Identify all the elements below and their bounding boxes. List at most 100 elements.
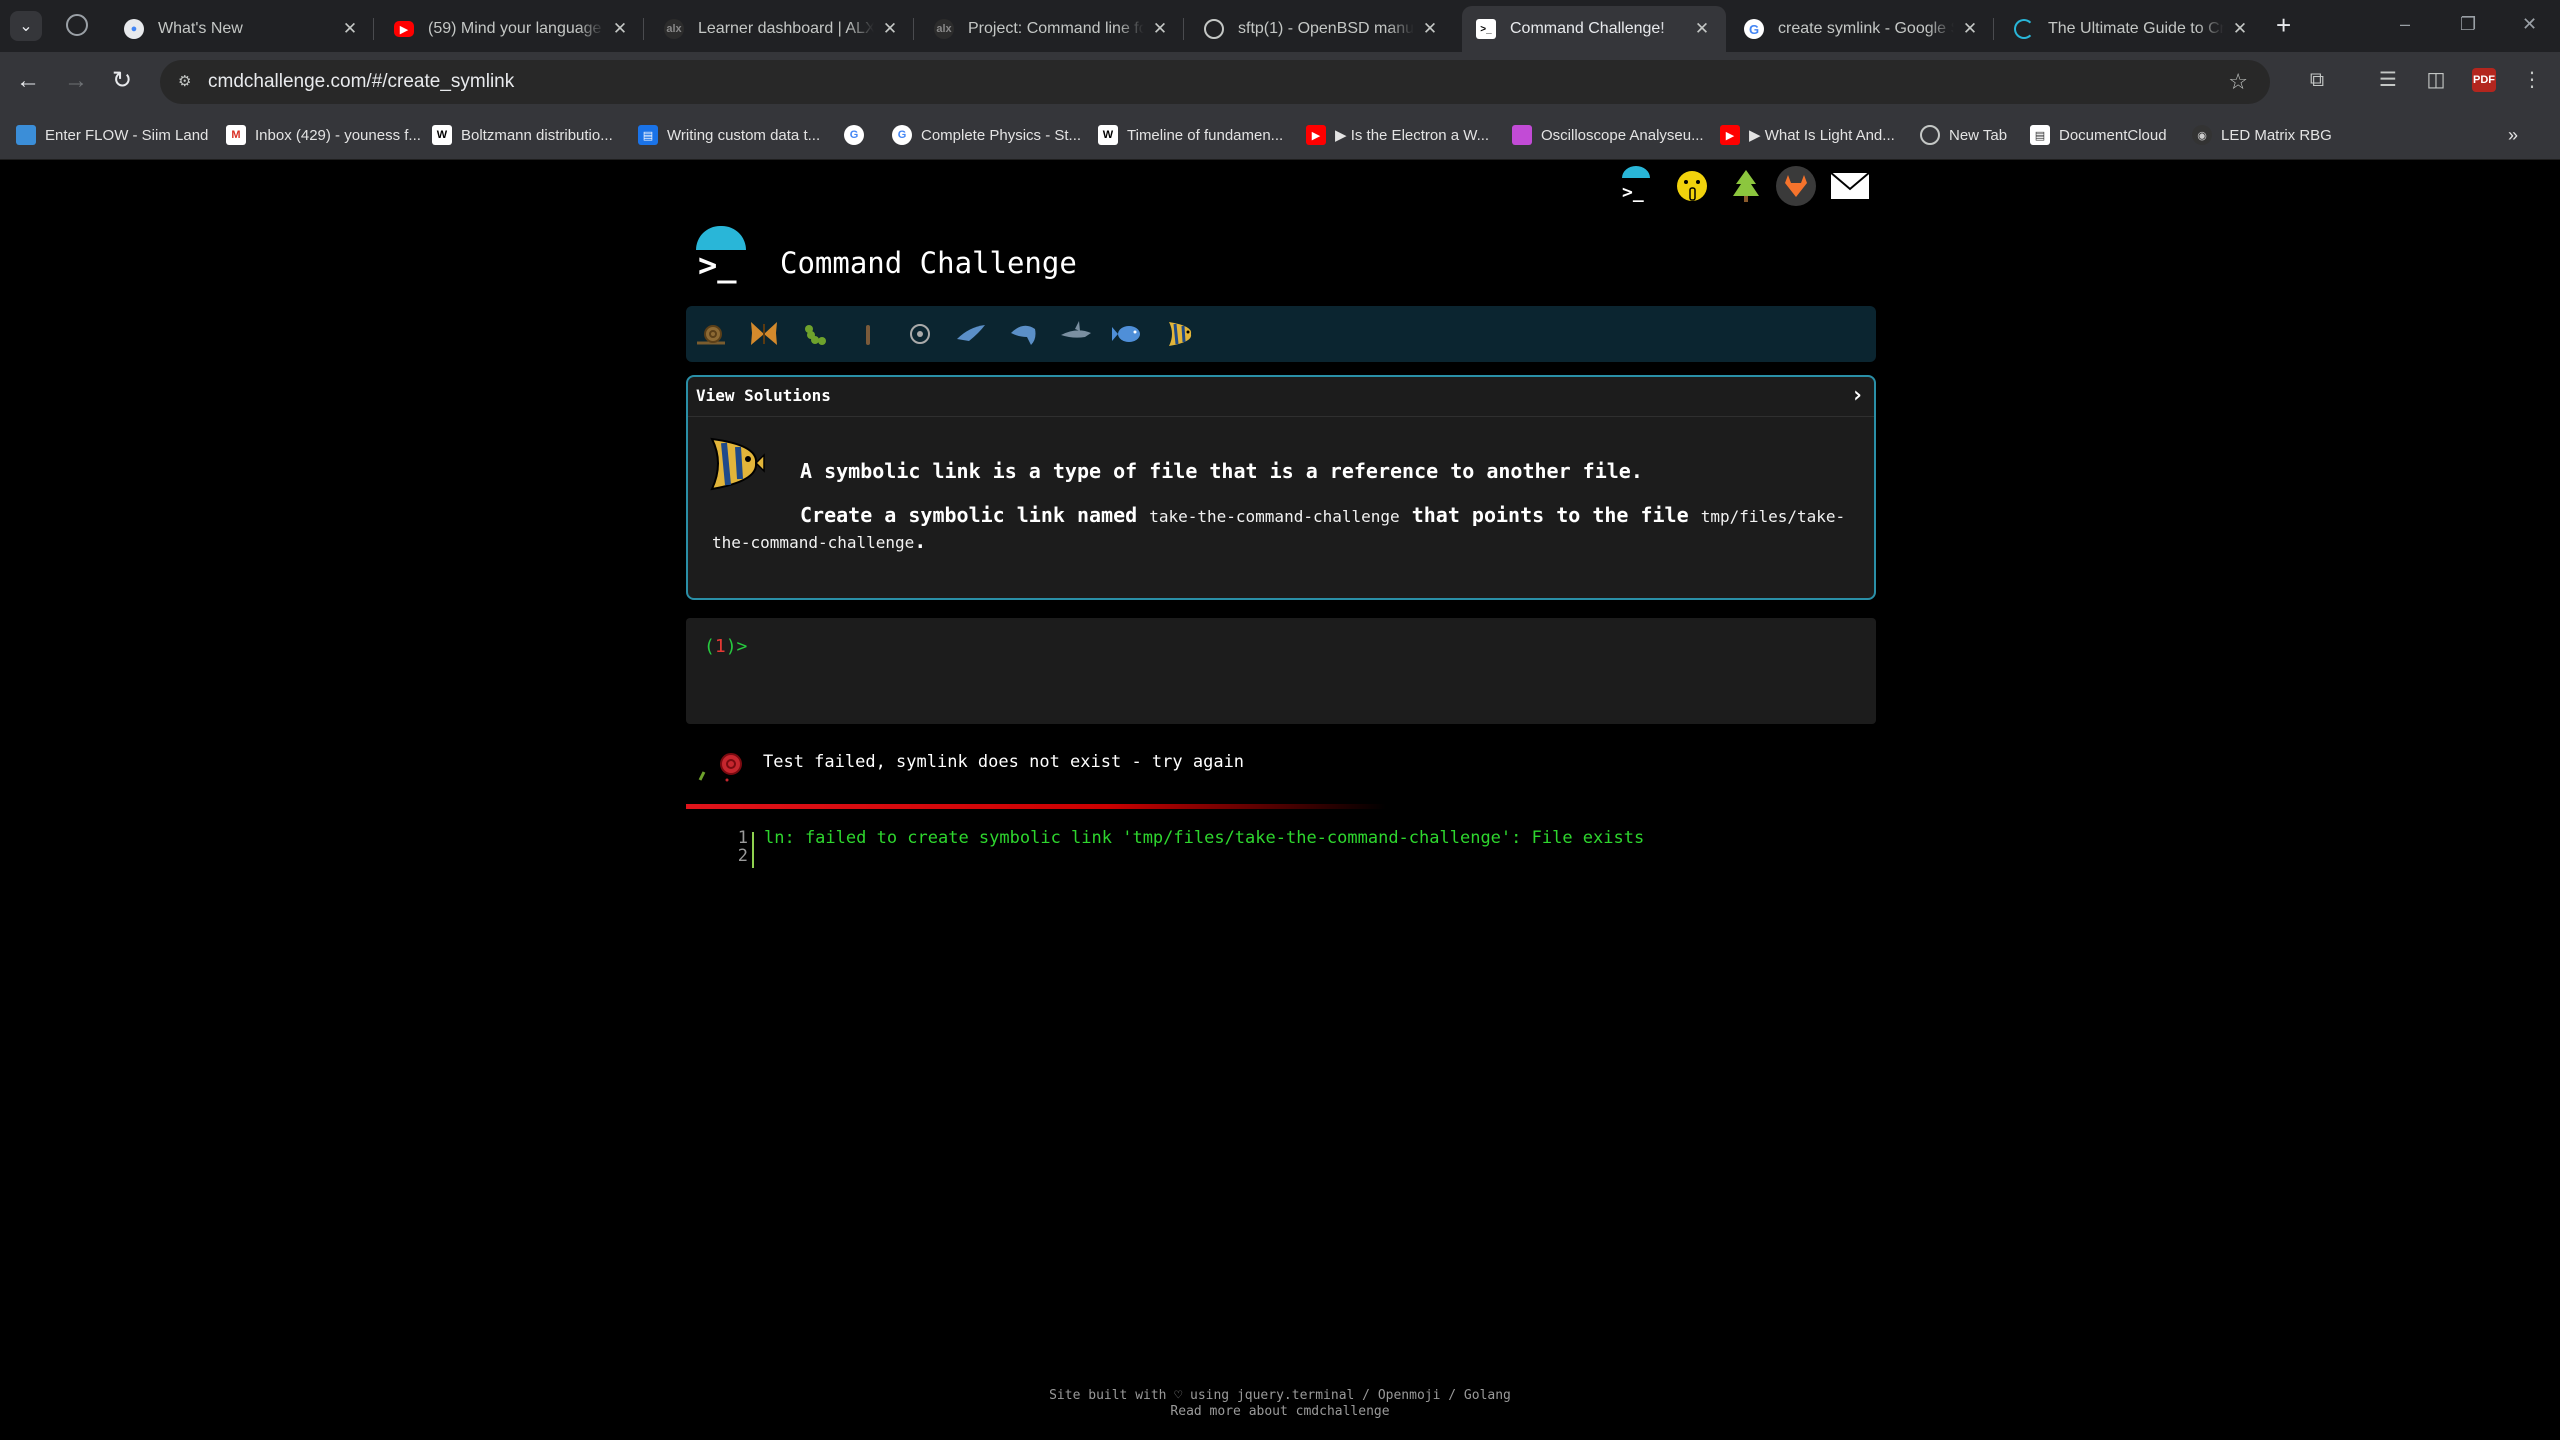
bookmark-item[interactable]: ▤ Writing custom data t... [638,123,820,147]
line-number: 2 [737,846,748,866]
level-bird-icon[interactable] [954,316,990,352]
fail-progress-bar [686,804,1386,809]
gmail-icon: M [226,125,246,145]
level-microbe-icon[interactable] [902,316,938,352]
bookmark-item[interactable]: W Boltzmann distributio... [432,123,613,147]
bookmark-item[interactable]: ▶ ▶ What Is Light And... [1720,123,1895,147]
bookmark-item[interactable]: Enter FLOW - Siim Land [16,123,208,147]
symlink-name: take-the-command-challenge [1149,507,1400,526]
tab-close-icon[interactable]: ✕ [880,19,900,39]
side-panel-icon[interactable]: ◫ [2424,68,2448,92]
bookmark-item[interactable]: New Tab [1920,123,2007,147]
level-fish-icon[interactable] [1110,316,1146,352]
level-butterfly-icon[interactable] [746,316,782,352]
level-selector [686,306,1876,362]
globe-icon [1920,125,1940,145]
bookmark-star-icon[interactable]: ☆ [2228,69,2248,95]
chevron-right-icon[interactable]: › [1851,383,1864,408]
tab-close-icon[interactable]: ✕ [610,19,630,39]
address-bar[interactable]: ⚙ cmdchallenge.com/#/create_symlink ☆ [160,60,2270,104]
terminal-input[interactable]: (1)> [686,618,1876,724]
tab-close-icon[interactable]: ✕ [1150,19,1170,39]
tab-close-icon[interactable]: ✕ [1960,19,1980,39]
bookmarks-bar: Enter FLOW - Siim Land M Inbox (429) - yo… [0,112,2560,160]
tab[interactable]: The Ultimate Guide to Crea ✕ [2000,6,2264,52]
forward-icon[interactable]: → [64,68,88,94]
tab[interactable]: alx Learner dashboard | ALX Af ✕ [650,6,914,52]
tab[interactable]: ● What's New ✕ [110,6,374,52]
youtube-icon: ▶ [1720,125,1740,145]
bookmark-item[interactable]: W Timeline of fundamen... [1098,123,1283,147]
view-solutions-toggle[interactable]: View Solutions › [688,377,1874,417]
restore-icon[interactable]: ❐ [2460,14,2476,35]
footer: Site built with ♡ using jquery.terminal … [0,1388,2560,1420]
page-icon: ▤ [638,125,658,145]
challenge-card: View Solutions › A symbolic link is a ty… [686,375,1876,600]
pdf-extension-icon[interactable]: PDF [2472,68,2496,92]
reload-icon[interactable]: ↻ [112,68,132,94]
google-icon: G [844,125,864,145]
alx-icon: alx [664,19,684,39]
mail-icon[interactable] [1826,164,1874,208]
tab[interactable]: alx Project: Command line for t ✕ [920,6,1184,52]
bookmark-item[interactable]: M Inbox (429) - youness f... [226,123,421,147]
cmdchallenge-logo-icon[interactable]: >_ [1614,164,1658,208]
more-bookmarks-icon[interactable]: » [2508,123,2518,147]
level-snail-icon[interactable] [694,316,730,352]
minimize-icon[interactable]: – [2400,14,2410,35]
site-info-icon[interactable]: ⚙ [178,72,198,92]
level-dolphin-icon[interactable] [1006,316,1042,352]
url-text[interactable]: cmdchallenge.com/#/create_symlink [208,71,514,93]
back-icon[interactable]: ← [16,68,40,94]
menu-kebab-icon[interactable]: ⋮ [2520,68,2544,92]
bookmark-item[interactable]: Oscilloscope Analyseu... [1512,123,1704,147]
wikipedia-icon: W [432,125,452,145]
chip-icon: ◉ [2192,125,2212,145]
tab[interactable]: ▶ (59) Mind your language (1 ✕ [380,6,644,52]
bookmark-item[interactable]: ▤ DocumentCloud [2030,123,2167,147]
footer-credits[interactable]: Site built with ♡ using jquery.terminal … [0,1388,2560,1404]
challenge-task: Create a symbolic link named take-the-co… [712,503,1846,553]
tab[interactable]: G create symlink - Google Se ✕ [1730,6,1994,52]
cube-icon [1512,125,1532,145]
shushing-face-icon[interactable] [1670,164,1714,208]
tab-close-icon[interactable]: ✕ [1692,19,1712,39]
level-shark-icon[interactable] [1058,316,1094,352]
google-icon: G [892,125,912,145]
tree-icon[interactable] [1724,164,1768,208]
close-window-icon[interactable]: ✕ [2522,14,2537,35]
tab-close-icon[interactable]: ✕ [340,19,360,39]
result-message: Test failed, symlink does not exist - tr… [763,752,1245,772]
tab-active[interactable]: >_ Command Challenge! ✕ [1462,6,1726,52]
pinned-tab-globe-icon[interactable] [66,14,88,36]
bookmark-icon [16,125,36,145]
new-tab-button[interactable]: + [2276,12,2291,38]
site-logo[interactable]: >_ [690,226,752,286]
footer-about-link[interactable]: Read more about cmdchallenge [0,1404,2560,1420]
gitlab-icon[interactable] [1774,164,1818,208]
level-caterpillar-icon[interactable] [798,316,834,352]
challenge-intro: A symbolic link is a type of file that i… [800,459,1643,483]
tab[interactable]: sftp(1) - OpenBSD manual p ✕ [1190,6,1454,52]
view-solutions-label[interactable]: View Solutions [696,386,831,405]
tropical-fish-icon [702,433,766,495]
wilted-rose-icon [698,753,742,782]
chevron-down-icon: ⌄ [19,18,33,35]
bookmark-item[interactable]: ◉ LED Matrix RBG [2192,123,2332,147]
loading-icon [2014,19,2034,39]
tab-search-button[interactable]: ⌄ [10,11,42,41]
level-worm-icon[interactable] [850,316,886,352]
tab-close-icon[interactable]: ✕ [2230,19,2250,39]
bookmark-item[interactable]: G Complete Physics - St... [892,123,1081,147]
terminal-icon: >_ [1476,19,1496,39]
media-control-icon[interactable]: ☰ [2376,68,2400,92]
browser-toolbar: ← → ↻ ⚙ cmdchallenge.com/#/create_symlin… [0,52,2560,112]
wikipedia-icon: W [1098,125,1118,145]
bookmark-item[interactable]: G [844,123,873,147]
page-icon: ▤ [2030,125,2050,145]
tab-close-icon[interactable]: ✕ [1420,19,1440,39]
extensions-icon[interactable]: ⧉ [2305,68,2329,92]
level-tropical-fish-icon[interactable] [1162,316,1198,352]
bookmark-item[interactable]: ▶ ▶ Is the Electron a W... [1306,123,1489,147]
page-title: Command Challenge [780,246,1077,280]
